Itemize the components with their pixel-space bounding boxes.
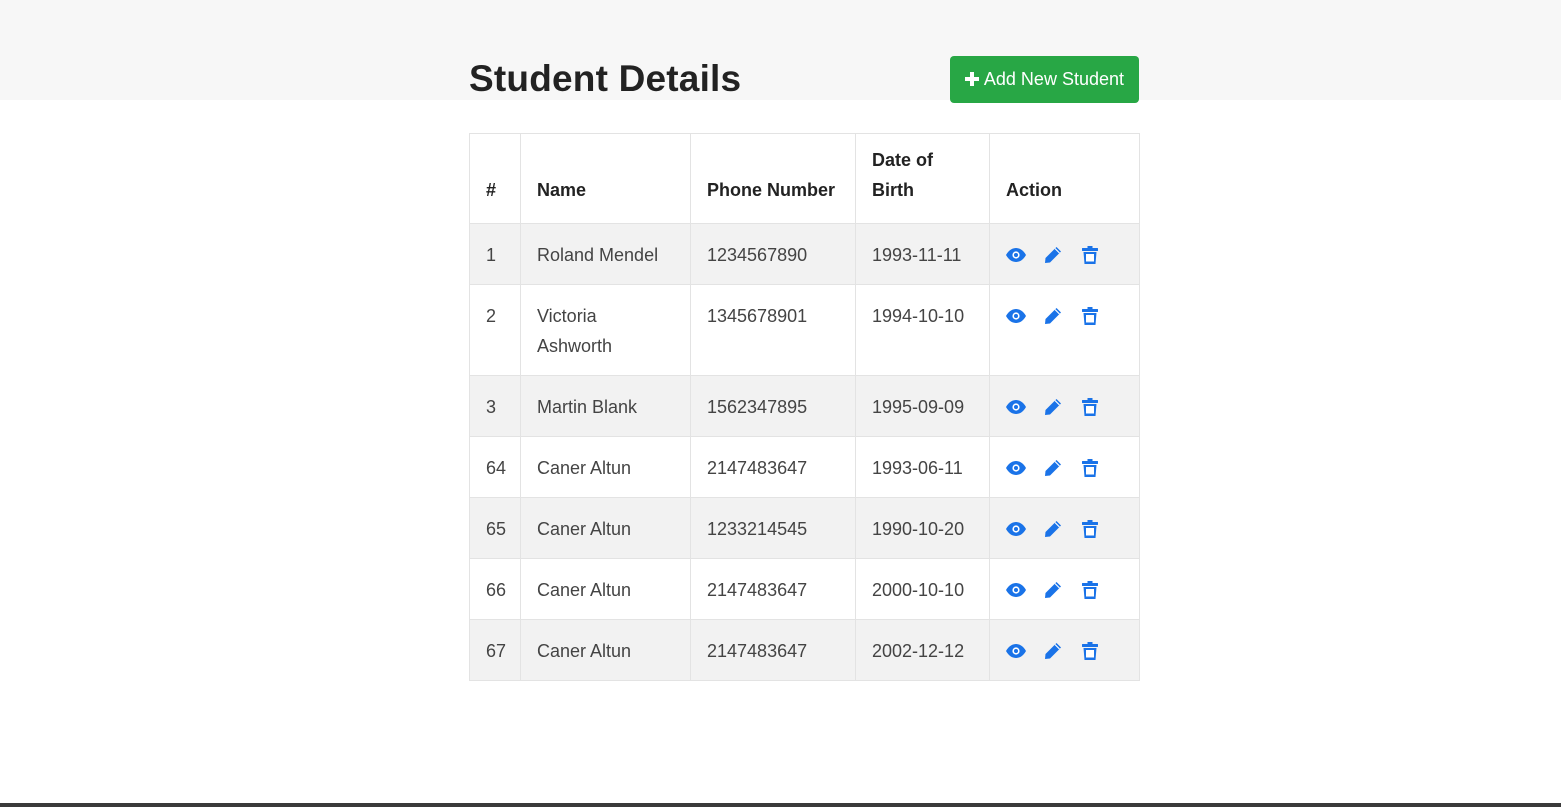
pencil-icon[interactable]	[1043, 519, 1063, 539]
page-header: Student Details Add New Student	[469, 55, 1139, 103]
trash-icon[interactable]	[1080, 580, 1100, 600]
cell-dob: 1995-09-09	[855, 375, 990, 437]
table-header-row: # Name Phone Number Date of Birth Action	[469, 133, 1140, 224]
cell-action	[989, 558, 1140, 620]
cell-phone: 1345678901	[690, 284, 856, 376]
row-actions	[1006, 453, 1124, 483]
cell-number: 3	[469, 375, 521, 437]
trash-icon[interactable]	[1080, 641, 1100, 661]
eye-icon[interactable]	[1006, 458, 1026, 478]
cell-name: Martin Blank	[520, 375, 691, 437]
row-actions	[1006, 575, 1124, 605]
cell-dob: 2002-12-12	[855, 619, 990, 681]
plus-icon	[964, 72, 979, 86]
table-row: 66 Caner Altun 2147483647 2000-10-10	[469, 558, 1140, 620]
column-header-action: Action	[989, 133, 1140, 224]
pencil-icon[interactable]	[1043, 306, 1063, 326]
cell-dob: 1993-06-11	[855, 436, 990, 498]
cell-number: 2	[469, 284, 521, 376]
cell-phone: 1562347895	[690, 375, 856, 437]
cell-phone: 2147483647	[690, 436, 856, 498]
student-details-panel: Student Details Add New Student # Name P…	[469, 55, 1140, 681]
pencil-icon[interactable]	[1043, 397, 1063, 417]
trash-icon[interactable]	[1080, 458, 1100, 478]
cell-number: 67	[469, 619, 521, 681]
pencil-icon[interactable]	[1043, 641, 1063, 661]
trash-icon[interactable]	[1080, 519, 1100, 539]
cell-action	[989, 375, 1140, 437]
cell-name: Caner Altun	[520, 619, 691, 681]
table-row: 2 Victoria Ashworth 1345678901 1994-10-1…	[469, 284, 1140, 376]
row-actions	[1006, 301, 1124, 331]
trash-icon[interactable]	[1080, 306, 1100, 326]
cell-number: 66	[469, 558, 521, 620]
cell-dob: 2000-10-10	[855, 558, 990, 620]
column-header-number: #	[469, 133, 521, 224]
eye-icon[interactable]	[1006, 306, 1026, 326]
table-row: 64 Caner Altun 2147483647 1993-06-11	[469, 436, 1140, 498]
cell-number: 65	[469, 497, 521, 559]
trash-icon[interactable]	[1080, 397, 1100, 417]
trash-icon[interactable]	[1080, 245, 1100, 265]
eye-icon[interactable]	[1006, 245, 1026, 265]
add-new-student-button[interactable]: Add New Student	[949, 55, 1139, 103]
cell-phone: 2147483647	[690, 619, 856, 681]
table-row: 1 Roland Mendel 1234567890 1993-11-11	[469, 223, 1140, 285]
row-actions	[1006, 514, 1124, 544]
cell-action	[989, 497, 1140, 559]
cell-dob: 1990-10-20	[855, 497, 990, 559]
row-actions	[1006, 636, 1124, 666]
row-actions	[1006, 240, 1124, 270]
pencil-icon[interactable]	[1043, 245, 1063, 265]
cell-phone: 2147483647	[690, 558, 856, 620]
column-header-dob: Date of Birth	[855, 133, 990, 224]
cell-action	[989, 436, 1140, 498]
cell-number: 64	[469, 436, 521, 498]
cell-name: Caner Altun	[520, 558, 691, 620]
cell-name: Victoria Ashworth	[520, 284, 691, 376]
cell-name: Caner Altun	[520, 436, 691, 498]
cell-action	[989, 619, 1140, 681]
cell-dob: 1993-11-11	[855, 223, 990, 285]
column-header-name: Name	[520, 133, 691, 224]
cell-phone: 1233214545	[690, 497, 856, 559]
pencil-icon[interactable]	[1043, 458, 1063, 478]
table-body: 1 Roland Mendel 1234567890 1993-11-11 2 …	[469, 223, 1140, 681]
row-actions	[1006, 392, 1124, 422]
cell-name: Caner Altun	[520, 497, 691, 559]
add-new-student-label: Add New Student	[983, 68, 1124, 89]
cell-name: Roland Mendel	[520, 223, 691, 285]
eye-icon[interactable]	[1006, 580, 1026, 600]
column-header-phone: Phone Number	[690, 133, 856, 224]
cell-action	[989, 223, 1140, 285]
cell-action	[989, 284, 1140, 376]
window-bottom-border	[0, 803, 1561, 807]
table-row: 65 Caner Altun 1233214545 1990-10-20	[469, 497, 1140, 559]
table-row: 3 Martin Blank 1562347895 1995-09-09	[469, 375, 1140, 437]
cell-number: 1	[469, 223, 521, 285]
eye-icon[interactable]	[1006, 519, 1026, 539]
cell-dob: 1994-10-10	[855, 284, 990, 376]
eye-icon[interactable]	[1006, 641, 1026, 661]
table-row: 67 Caner Altun 2147483647 2002-12-12	[469, 619, 1140, 681]
pencil-icon[interactable]	[1043, 580, 1063, 600]
students-table: # Name Phone Number Date of Birth Action…	[469, 133, 1140, 681]
page-title: Student Details	[469, 58, 742, 99]
eye-icon[interactable]	[1006, 397, 1026, 417]
cell-phone: 1234567890	[690, 223, 856, 285]
